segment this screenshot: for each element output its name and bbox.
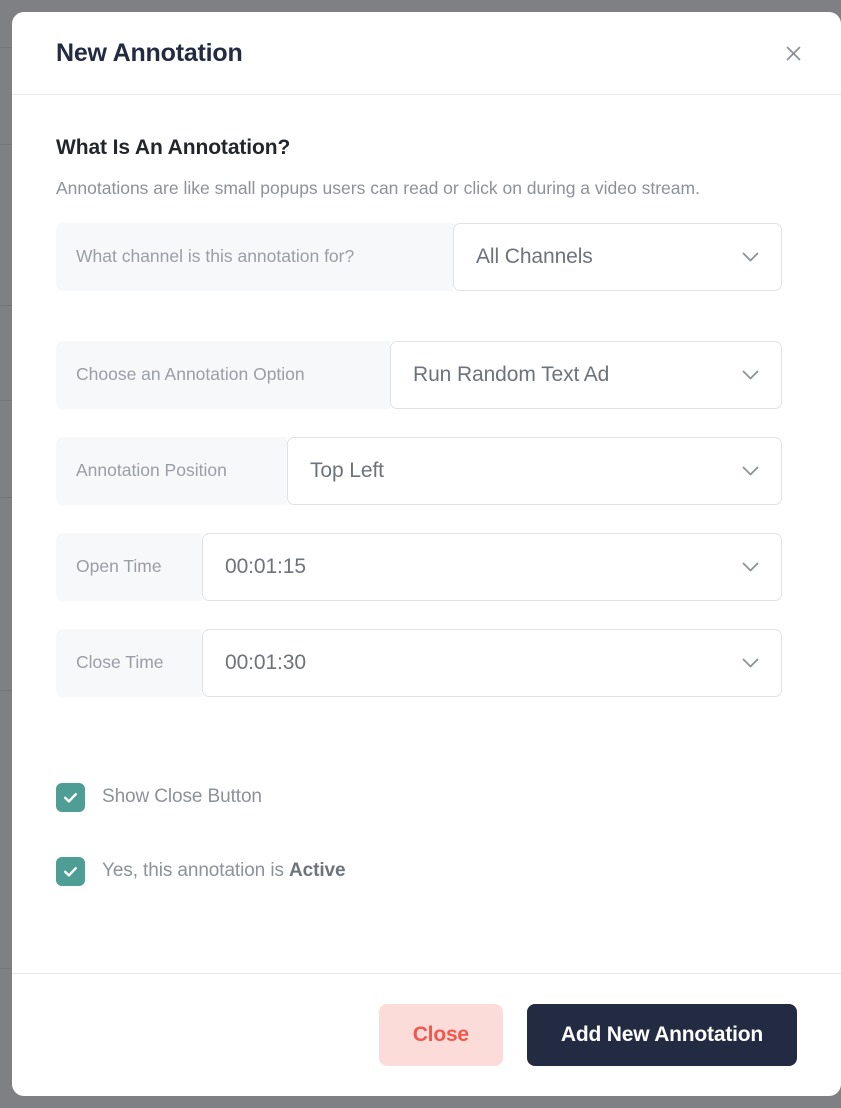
- section-heading: What Is An Annotation?: [56, 136, 291, 159]
- close-time-select-value: 00:01:30: [225, 650, 306, 674]
- section-description: Annotations are like small popups users …: [56, 178, 700, 198]
- annotation-active-label-emphasis: Active: [289, 860, 346, 882]
- modal-footer: Close Add New Annotation: [12, 973, 841, 1096]
- field-row-annotation-position: Annotation Position Top Left: [56, 436, 782, 505]
- field-label-close-time: Close Time: [56, 628, 202, 697]
- field-label-open-time: Open Time: [56, 532, 202, 601]
- annotation-active-checkbox[interactable]: [56, 856, 85, 886]
- new-annotation-modal: New Annotation What Is An Annotation? An…: [12, 12, 841, 1096]
- open-time-select-value: 00:01:15: [225, 554, 306, 578]
- annotation-active-label: Yes, this annotation is Active: [102, 860, 346, 882]
- field-label-channel: What channel is this annotation for?: [56, 222, 453, 291]
- show-close-button-checkbox[interactable]: [56, 782, 85, 812]
- annotation-position-select[interactable]: Top Left: [287, 436, 782, 505]
- check-icon: [62, 863, 79, 880]
- close-button[interactable]: Close: [378, 1004, 503, 1066]
- field-label-annotation-option: Choose an Annotation Option: [56, 340, 390, 409]
- field-label-annotation-position: Annotation Position: [56, 436, 287, 505]
- chevron-down-icon: [742, 561, 759, 572]
- close-time-select[interactable]: 00:01:30: [202, 628, 782, 697]
- annotation-option-select[interactable]: Run Random Text Ad: [390, 340, 782, 409]
- chevron-down-icon: [742, 369, 759, 380]
- chevron-down-icon: [742, 657, 759, 668]
- modal-header: New Annotation: [12, 12, 841, 95]
- add-new-annotation-button[interactable]: Add New Annotation: [526, 1004, 797, 1066]
- annotation-option-select-value: Run Random Text Ad: [413, 362, 610, 386]
- channel-select[interactable]: All Channels: [453, 222, 782, 291]
- annotation-active-label-prefix: Yes, this annotation is: [102, 860, 290, 882]
- channel-select-value: All Channels: [476, 244, 593, 268]
- field-row-open-time: Open Time 00:01:15: [56, 532, 782, 601]
- chevron-down-icon: [742, 465, 759, 476]
- field-row-annotation-option: Choose an Annotation Option Run Random T…: [56, 340, 782, 409]
- close-icon-button[interactable]: [776, 36, 810, 70]
- show-close-button-label: Show Close Button: [102, 786, 262, 808]
- open-time-select[interactable]: 00:01:15: [202, 532, 782, 601]
- checkbox-group: Show Close Button Yes, this annotation i…: [56, 782, 797, 886]
- checkbox-row-show-close-button[interactable]: Show Close Button: [56, 782, 797, 812]
- modal-body: What Is An Annotation? Annotations are l…: [12, 95, 841, 973]
- close-icon: [784, 44, 803, 63]
- field-row-channel: What channel is this annotation for? All…: [56, 222, 782, 291]
- chevron-down-icon: [742, 251, 759, 262]
- modal-title: New Annotation: [56, 38, 243, 67]
- annotation-position-select-value: Top Left: [310, 458, 384, 482]
- check-icon: [62, 789, 79, 806]
- field-row-close-time: Close Time 00:01:30: [56, 628, 782, 697]
- checkbox-row-annotation-active[interactable]: Yes, this annotation is Active: [56, 856, 797, 886]
